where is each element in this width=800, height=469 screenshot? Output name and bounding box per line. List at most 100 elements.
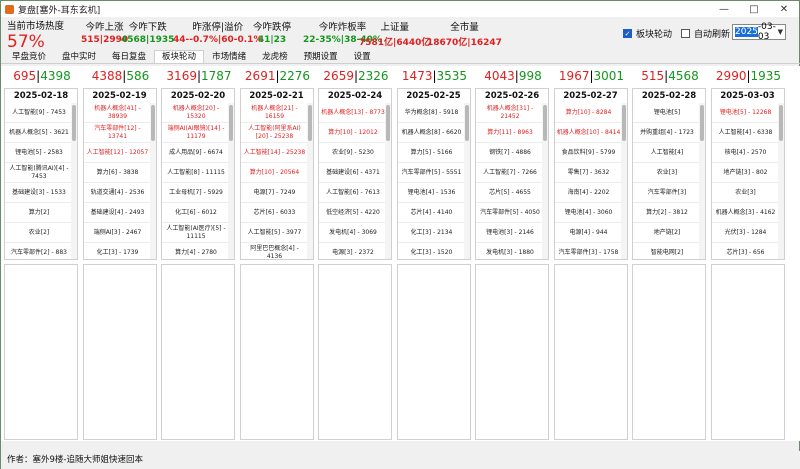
sector-item[interactable]: 农业[2] <box>5 223 77 243</box>
sector-item[interactable]: 机器人概念[31] - 21452 <box>476 103 548 123</box>
sector-item[interactable]: 钢铁[7] - 4886 <box>476 143 548 163</box>
sector-item[interactable]: 汽车零部件[3] - 1758 <box>555 243 627 259</box>
sector-item[interactable]: 智能电网[2] <box>633 243 705 259</box>
sector-item[interactable]: 芯片[3] - 656 <box>712 243 784 259</box>
sector-item[interactable]: 汽车零部件[5] - 5551 <box>397 163 470 183</box>
sector-item[interactable]: 地产链[3] - 802 <box>711 163 784 183</box>
scrollbar-thumb[interactable] <box>150 105 155 141</box>
sector-item[interactable]: 芯片[4] - 4140 <box>397 203 470 223</box>
scrollbar[interactable] <box>149 103 156 259</box>
sector-item[interactable]: 光伏[3] - 1284 <box>711 223 784 243</box>
scrollbar-thumb[interactable] <box>72 105 76 141</box>
sector-item[interactable]: 发电机[4] - 3069 <box>319 223 391 243</box>
detail-panel[interactable] <box>82 264 157 440</box>
sector-item[interactable]: 基础建设[6] - 4371 <box>319 163 391 183</box>
sector-item[interactable]: 轨道交通[4] - 2536 <box>83 183 156 203</box>
detail-panel[interactable] <box>4 264 78 440</box>
sector-list[interactable]: 2025-03-03 锂电池[5] - 12268 人工智能[4] - 6338 核电… <box>710 88 785 260</box>
sector-item[interactable]: 机器人概念[5] - 3621 <box>5 123 77 143</box>
sector-list[interactable]: 2025-02-18 人工智能[9] - 7453 机器人概念[5] - 3621 锂… <box>4 88 78 260</box>
detail-panel[interactable] <box>553 264 628 440</box>
sector-item[interactable]: 华为概念[8] - 5918 <box>397 103 470 123</box>
sector-item[interactable]: 基础建设[3] - 1533 <box>5 183 77 203</box>
sector-item[interactable]: 人工智能[14] - 25238 <box>240 143 313 163</box>
tab-4[interactable]: 市场情绪 <box>204 50 254 63</box>
sector-item[interactable]: 电源[3] - 2372 <box>319 243 391 259</box>
auto-refresh-checkbox[interactable]: 自动刷新 <box>681 27 730 40</box>
sector-item[interactable]: 算力[2] <box>5 203 77 223</box>
sector-item[interactable]: 化工[3] - 2134 <box>397 223 470 243</box>
sector-item[interactable]: 锂电池[5] - 12268 <box>711 103 784 123</box>
sector-list[interactable]: 2025-02-24 机器人概念[13] - 8773 算力[10] - 12012… <box>318 88 392 260</box>
sector-item[interactable]: 算力[10] - 12012 <box>319 123 391 143</box>
sector-item[interactable]: 人工智能[5] - 3977 <box>240 223 313 243</box>
sector-item[interactable]: 地产链[2] <box>633 223 705 243</box>
sector-item[interactable]: 锂电池[4] - 1536 <box>397 183 470 203</box>
detail-panel[interactable] <box>318 264 392 440</box>
sector-list[interactable]: 2025-02-26 机器人概念[31] - 21452 算力[11] - 8963… <box>475 88 549 260</box>
sector-rotation-checkbox[interactable]: ✓ 板块轮动 <box>623 27 672 40</box>
tab-3[interactable]: 板块轮动 <box>154 50 205 63</box>
sector-item[interactable]: 机器人概念[20] - 15320 <box>162 103 234 123</box>
sector-item[interactable]: 零售[7] - 3632 <box>554 163 627 183</box>
close-icon[interactable]: ✕ <box>769 1 799 17</box>
sector-item[interactable]: 汽车零部件[3] <box>633 183 705 203</box>
sector-item[interactable]: 发电机[3] - 1880 <box>476 243 548 259</box>
tab-6[interactable]: 预期设置 <box>296 50 346 63</box>
sector-item[interactable]: 并购重组[4] - 1723 <box>633 123 705 143</box>
sector-item[interactable]: 锂电池[5] <box>633 103 705 123</box>
sector-item[interactable]: 低空经济[5] - 4220 <box>319 203 391 223</box>
scrollbar[interactable] <box>777 103 784 259</box>
sector-item[interactable]: 化工[6] - 6012 <box>162 203 234 223</box>
sector-item[interactable]: 汽车零部件[12] - 13741 <box>83 123 156 143</box>
scrollbar[interactable] <box>228 103 234 259</box>
sector-item[interactable]: 端侧AI(AI眼镜)[14] - 11179 <box>162 123 234 143</box>
sector-list[interactable]: 2025-02-25 华为概念[8] - 5918 机器人概念[8] - 6620 算… <box>396 88 471 260</box>
sector-list[interactable]: 2025-02-28 锂电池[5] 并购重组[4] - 1723 人工智能[4] 农业[… <box>632 88 706 260</box>
sector-item[interactable]: 海南[4] - 2202 <box>554 183 627 203</box>
scrollbar[interactable] <box>463 103 470 259</box>
minimize-icon[interactable]: — <box>709 1 739 17</box>
scrollbar-thumb[interactable] <box>464 105 469 141</box>
sector-item[interactable]: 算力[4] - 2780 <box>162 243 234 259</box>
sector-item[interactable]: 芯片[6] - 6033 <box>240 203 313 223</box>
chevron-down-icon[interactable]: ▼ <box>778 28 783 36</box>
sector-list[interactable]: 2025-02-19 机器人概念[41] - 38939 汽车零部件[12] - 1… <box>82 88 157 260</box>
sector-item[interactable]: 算力[11] - 8963 <box>476 123 548 143</box>
sector-item[interactable]: 人工智能[7] - 7266 <box>476 163 548 183</box>
scrollbar[interactable] <box>699 103 705 259</box>
detail-panel[interactable] <box>239 264 314 440</box>
scrollbar[interactable] <box>385 103 391 259</box>
sector-item[interactable]: 芯片[5] - 4655 <box>476 183 548 203</box>
scrollbar-thumb[interactable] <box>229 105 233 141</box>
sector-item[interactable]: 食品饮料[9] - 5799 <box>554 143 627 163</box>
sector-item[interactable]: 化工[3] - 1520 <box>398 243 470 259</box>
sector-item[interactable]: 人工智能(AI医疗)[5] - 11115 <box>162 223 234 243</box>
sector-item[interactable]: 农业[9] - 5230 <box>319 143 391 163</box>
tab-7[interactable]: 设置 <box>346 50 379 63</box>
scrollbar[interactable] <box>620 103 627 259</box>
sector-item[interactable]: 人工智能[12] - 12057 <box>83 143 156 163</box>
sector-item[interactable]: 人工智能[4] <box>633 143 705 163</box>
scrollbar-thumb[interactable] <box>386 105 390 141</box>
sector-item[interactable]: 机器人概念[8] - 6620 <box>397 123 470 143</box>
detail-panel[interactable] <box>710 264 785 440</box>
detail-panel[interactable] <box>475 264 549 440</box>
detail-panel[interactable] <box>396 264 471 440</box>
sector-item[interactable]: 锂电池[5] - 2583 <box>5 143 77 163</box>
scrollbar-thumb[interactable] <box>543 105 547 141</box>
sector-item[interactable]: 机器人概念[41] - 38939 <box>83 103 156 123</box>
tab-1[interactable]: 盘中实时 <box>54 50 104 63</box>
sector-item[interactable]: 人工智能[8] - 11115 <box>162 163 234 183</box>
scrollbar-thumb[interactable] <box>700 105 704 141</box>
scrollbar[interactable] <box>71 103 77 259</box>
date-picker[interactable]: 2025 -03-03 ▼ <box>732 22 786 42</box>
scrollbar[interactable] <box>542 103 548 259</box>
sector-item[interactable]: 基础建设[4] - 2493 <box>83 203 156 223</box>
sector-item[interactable]: 农业[3] <box>633 163 705 183</box>
sector-item[interactable]: 汽车零部件[5] - 4050 <box>476 203 548 223</box>
sector-item[interactable]: 人工智能(腾讯AI)[4] - 7453 <box>5 163 77 183</box>
sector-item[interactable]: 人工智能[4] - 6338 <box>711 123 784 143</box>
sector-item[interactable]: 汽车零部件[2] - 883 <box>5 243 77 259</box>
maximize-icon[interactable]: □ <box>739 1 769 17</box>
